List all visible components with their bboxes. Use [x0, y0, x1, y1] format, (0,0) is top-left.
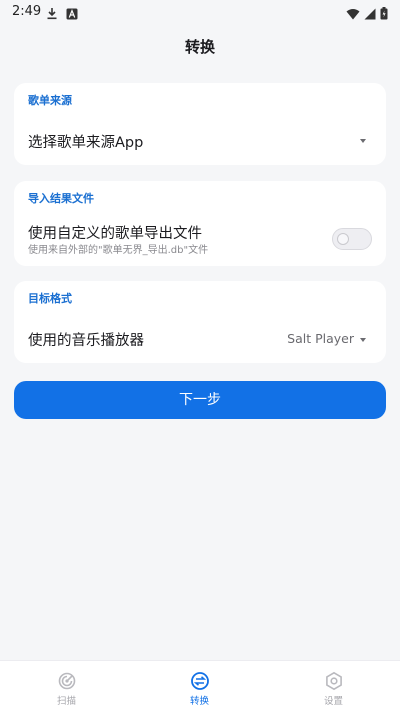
download-icon [46, 5, 58, 24]
music-player-selected-value: Salt Player [287, 331, 354, 346]
chevron-down-icon [360, 139, 366, 143]
a-box-icon [66, 5, 78, 24]
next-step-button[interactable]: 下一步 [14, 381, 386, 419]
status-time: 2:49 [12, 4, 42, 19]
target-section-label: 目标格式 [28, 292, 72, 305]
custom-export-option-title: 使用自定义的歌单导出文件 [28, 226, 202, 242]
source-select-text: 选择歌单来源App [28, 135, 144, 151]
nav-label-convert: 转换 [189, 696, 209, 707]
status-icons-left [46, 5, 78, 24]
convert-icon [190, 671, 210, 695]
page-title: 转换 [184, 38, 215, 56]
import-section-label: 导入结果文件 [28, 192, 94, 205]
music-player-select[interactable]: Salt Player [246, 319, 386, 357]
target-card: 目标格式 使用的音乐播放器 Salt Player [14, 281, 386, 363]
source-app-select[interactable]: 选择歌单来源App [14, 119, 386, 163]
custom-export-option-subtitle: 使用来自外部的"歌单无界_导出.db"文件 [28, 245, 209, 256]
import-card: 导入结果文件 使用自定义的歌单导出文件 使用来自外部的"歌单无界_导出.db"文… [14, 181, 386, 266]
source-card: 歌单来源 选择歌单来源App [14, 83, 386, 165]
scan-icon [57, 671, 77, 695]
nav-item-settings[interactable]: 设置 [267, 661, 400, 712]
bottom-nav: 扫描 转换 设置 [0, 660, 400, 712]
wifi-icon [346, 5, 360, 24]
battery-icon [380, 5, 388, 24]
signal-icon [364, 5, 376, 24]
custom-export-toggle[interactable] [332, 228, 372, 250]
toggle-knob [337, 233, 349, 245]
nav-label-scan: 扫描 [56, 696, 76, 707]
nav-item-convert[interactable]: 转换 [133, 661, 266, 712]
status-bar: 2:49 [0, 0, 400, 24]
music-player-label: 使用的音乐播放器 [28, 333, 144, 349]
nav-label-settings: 设置 [323, 696, 343, 707]
chevron-down-icon [360, 338, 366, 342]
source-section-label: 歌单来源 [28, 94, 72, 107]
settings-icon [324, 671, 344, 695]
nav-item-scan[interactable]: 扫描 [0, 661, 133, 712]
status-icons-right [346, 5, 388, 24]
